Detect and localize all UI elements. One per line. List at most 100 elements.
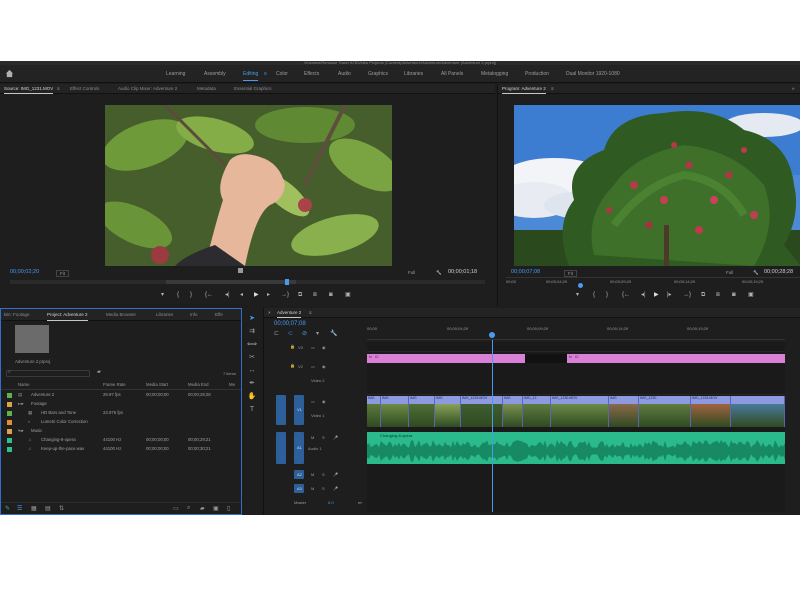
tab-source[interactable]: Source: IMG_1231.MOV <box>4 84 54 94</box>
v1-sync-icon[interactable]: ▭ <box>311 399 315 404</box>
program-lift-icon[interactable]: ⧉ <box>701 291 705 299</box>
program-quality-dropdown[interactable]: Full <box>726 270 733 275</box>
tab-audio-clip-mixer[interactable]: Audio Clip Mixer: Adventure 2 <box>118 84 177 94</box>
label-color-swatch[interactable] <box>7 437 12 443</box>
v3-sync-icon[interactable]: ▭ <box>311 345 315 350</box>
v2-sync-icon[interactable]: ▭ <box>311 364 315 369</box>
video-clip[interactable]: IMG <box>435 396 461 427</box>
razor-tool-icon[interactable]: ✂ <box>247 353 257 362</box>
a3-label[interactable]: A3 <box>297 486 302 491</box>
source-fit-dropdown[interactable]: Fit <box>56 270 69 277</box>
column-media[interactable]: Me <box>229 382 235 387</box>
project-thumbnail[interactable] <box>15 325 49 353</box>
source-scrubber[interactable] <box>10 279 485 285</box>
v2-adjustment-clip[interactable]: fx IC <box>367 354 525 363</box>
v3-lock-icon[interactable]: 🔒 <box>290 344 295 349</box>
tab-sequence[interactable]: Adventure 2 <box>277 308 302 318</box>
tab-project[interactable]: Project: Adventure 2 <box>47 309 88 321</box>
a1-label[interactable]: A1 <box>297 445 302 450</box>
source-mark-in-icon[interactable]: ▾ <box>161 291 164 299</box>
video-clip[interactable]: IMG_1230.MOV <box>551 396 609 427</box>
selection-tool-icon[interactable]: ➤ <box>247 314 257 323</box>
program-go-in-icon[interactable]: {← <box>622 291 630 299</box>
tab-effects[interactable]: Effe <box>215 309 223 321</box>
new-bin-folder-icon[interactable]: ▰ <box>97 369 101 375</box>
timeline-timecode[interactable]: 00;00;07;08 <box>274 321 306 327</box>
source-video-frame[interactable] <box>105 105 392 266</box>
snap-icon[interactable]: ⊂ <box>288 330 293 337</box>
project-row[interactable]: ◐ Lumetri Color Correction <box>1 418 241 426</box>
track-select-tool-icon[interactable]: ⇉ <box>247 327 257 336</box>
project-row[interactable]: ▦ HD Bars and Tone 23.976 fps <box>1 409 241 417</box>
program-settings-icon[interactable]: 🔧 <box>753 270 759 276</box>
workspace-learning[interactable]: Learning <box>166 65 185 83</box>
video-clip[interactable]: IMG_1220 <box>639 396 691 427</box>
a3-solo-icon[interactable]: S <box>322 486 325 491</box>
tab-libraries[interactable]: Libraries <box>156 309 173 321</box>
source-settings-icon[interactable]: 🔧 <box>436 270 442 276</box>
a1-mute-icon[interactable]: M <box>311 435 314 440</box>
label-color-swatch[interactable] <box>7 392 12 398</box>
workspace-audio[interactable]: Audio <box>338 65 351 83</box>
ripple-edit-tool-icon[interactable]: ⟺ <box>247 340 257 349</box>
workspace-editing[interactable]: Editing <box>243 65 259 83</box>
video-clip[interactable]: IMG_1219.MOV <box>461 396 503 427</box>
project-row[interactable]: ▾▰ Music <box>1 427 241 435</box>
timeline-menu-icon[interactable]: ≡ <box>309 308 312 318</box>
timeline-ruler[interactable]: 00;00 00;00;04;29 00;00;09;29 00;00;14;2… <box>367 326 785 340</box>
workspace-metalogging[interactable]: Metalogging <box>481 65 508 83</box>
icon-view-icon[interactable]: ▦ <box>31 505 37 512</box>
program-in-bracket-icon[interactable]: { <box>593 291 595 299</box>
source-playhead[interactable] <box>285 279 289 285</box>
video-clip[interactable]: IMG <box>503 396 523 427</box>
workspace-production[interactable]: Production <box>525 65 549 83</box>
a2-record-icon[interactable]: 🎤 <box>333 472 338 477</box>
program-fit-dropdown[interactable]: Fit <box>564 270 577 277</box>
nest-icon[interactable]: ⊏ <box>274 330 279 337</box>
program-video-frame[interactable] <box>514 105 800 266</box>
a1-solo-icon[interactable]: S <box>322 435 325 440</box>
program-export-frame-icon[interactable]: ◙ <box>732 291 736 299</box>
project-row[interactable]: ♫ Changing-8-opera 44100 Hz 00;00;00;00 00;0… <box>1 436 241 444</box>
tab-metadata[interactable]: Metadata <box>197 84 216 94</box>
v2-label[interactable]: V2 <box>298 364 303 369</box>
a1-audio-clip[interactable]: Changing-8-opera <box>367 432 785 464</box>
program-mark-in-icon[interactable]: ▾ <box>576 291 579 299</box>
program-expand-icon[interactable]: » <box>792 84 795 94</box>
v1-label[interactable]: V1 <box>297 407 302 412</box>
video-clip[interactable]: IMG <box>381 396 409 427</box>
timeline-close-icon[interactable]: × <box>268 308 271 318</box>
v3-label[interactable]: V3 <box>298 345 303 350</box>
program-play-icon[interactable]: ▶ <box>654 291 659 299</box>
video-clip[interactable]: IMG <box>367 396 381 427</box>
program-timecode[interactable]: 00;00;07;08 <box>511 269 540 275</box>
clear-icon[interactable]: ▯ <box>227 505 230 512</box>
column-name[interactable]: Name <box>18 382 29 387</box>
program-extract-icon[interactable]: ⧈ <box>716 291 720 299</box>
source-step-back-frame-icon[interactable]: ◂ <box>240 291 243 299</box>
freeform-view-icon[interactable]: ▤ <box>45 505 51 512</box>
column-media-start[interactable]: Media Start <box>146 382 168 387</box>
program-playhead[interactable] <box>578 283 583 288</box>
v2-adjustment-clip[interactable]: fx IC <box>567 354 785 363</box>
source-play-icon[interactable]: ▶ <box>254 291 259 299</box>
workspace-libraries[interactable]: Libraries <box>404 65 423 83</box>
home-icon[interactable] <box>5 69 14 78</box>
workspace-color[interactable]: Color <box>276 65 288 83</box>
label-color-swatch[interactable] <box>7 401 12 407</box>
a3-mute-icon[interactable]: M <box>311 486 314 491</box>
v2-eye-icon[interactable]: ◉ <box>322 364 326 369</box>
timeline-playhead-handle[interactable] <box>489 332 495 338</box>
tab-bin-footage[interactable]: Bin: Footage <box>4 309 30 321</box>
pencil-icon[interactable]: ✎ <box>5 505 10 512</box>
master-level[interactable]: 0.0 <box>328 500 334 505</box>
video-clip[interactable]: IMG <box>409 396 435 427</box>
video-clip[interactable]: IMG <box>609 396 639 427</box>
automate-icon[interactable]: ▭ <box>173 505 179 512</box>
column-frame-rate[interactable]: Frame Rate <box>103 382 126 387</box>
source-insert-icon[interactable]: ⧉ <box>298 291 302 299</box>
program-step-forward-icon[interactable]: |▸ <box>667 291 672 299</box>
pen-tool-icon[interactable]: ✒ <box>247 379 257 388</box>
master-end-icon[interactable]: ⏭ <box>358 500 362 505</box>
a3-record-icon[interactable]: 🎤 <box>333 486 338 491</box>
